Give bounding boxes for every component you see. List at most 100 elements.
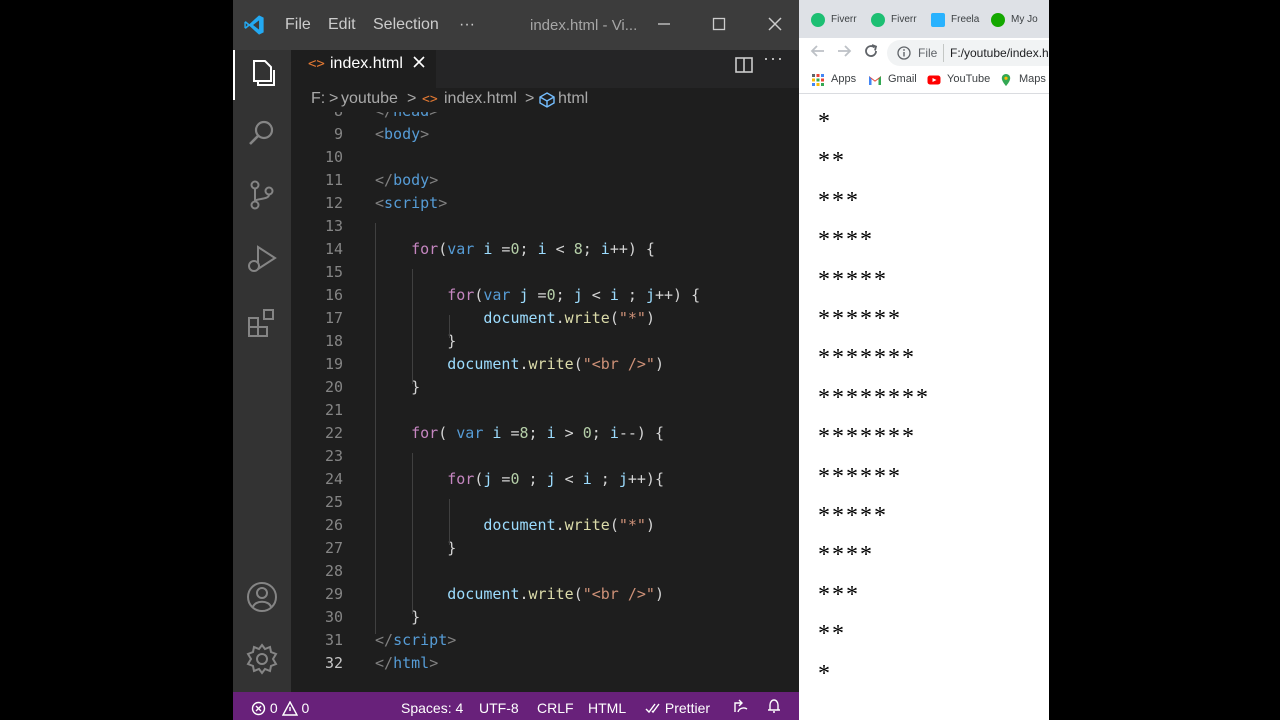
- breadcrumb-drive[interactable]: F:: [311, 90, 325, 108]
- browser-tab[interactable]: Freela: [925, 8, 985, 34]
- browser-tab[interactable]: My Jo: [985, 8, 1045, 34]
- gmail-icon: [869, 76, 881, 85]
- code-line[interactable]: 17 document.write("*"): [291, 307, 743, 330]
- address-bar[interactable]: File F:/youtube/index.h: [887, 40, 1049, 66]
- code-token: ;: [519, 470, 547, 488]
- code-line[interactable]: 21: [291, 399, 743, 422]
- menu-file[interactable]: File: [285, 16, 311, 34]
- maximize-icon[interactable]: [707, 12, 731, 36]
- code-line[interactable]: 10: [291, 146, 743, 169]
- menu-more[interactable]: ···: [459, 16, 475, 34]
- youtube-icon: [927, 75, 941, 85]
- code-line[interactable]: 30 }: [291, 606, 743, 629]
- code-line[interactable]: 27 }: [291, 537, 743, 560]
- explorer-icon[interactable]: [245, 56, 279, 90]
- code-line[interactable]: 28: [291, 560, 743, 583]
- language-mode-status[interactable]: HTML: [588, 700, 626, 716]
- line-number: 22: [324, 424, 343, 442]
- forward-arrow-icon[interactable]: [835, 42, 853, 60]
- code-line[interactable]: 26 document.write("*"): [291, 514, 743, 537]
- browser-tab-strip: Fiverr Fiverr Freela My Jo: [799, 0, 1049, 38]
- code-token: ++) {: [609, 240, 655, 258]
- code-line[interactable]: 29 document.write("<br />"): [291, 583, 743, 606]
- menu-edit[interactable]: Edit: [328, 16, 356, 34]
- code-line[interactable]: 22 for( var i =8; i > 0; i--) {: [291, 422, 743, 445]
- extensions-icon[interactable]: [245, 306, 279, 340]
- reload-icon[interactable]: [862, 42, 880, 60]
- code-line[interactable]: 13: [291, 215, 743, 238]
- code-token: >: [438, 194, 448, 212]
- browser-tab[interactable]: Fiverr: [805, 8, 865, 34]
- code-token: j: [573, 286, 583, 304]
- code-line[interactable]: 12 <script>: [291, 192, 743, 215]
- back-arrow-icon[interactable]: [809, 42, 827, 60]
- browser-tab[interactable]: Fiverr: [865, 8, 925, 34]
- breadcrumb-symbol[interactable]: html: [558, 90, 588, 108]
- code-editor[interactable]: 8</head>9<body> 10 11</body>12<script>1314…: [291, 112, 799, 692]
- code-token: write: [528, 585, 574, 603]
- close-window-icon[interactable]: [763, 12, 787, 36]
- code-token: }: [375, 378, 421, 396]
- bookmark-youtube[interactable]: YouTube: [927, 71, 997, 89]
- code-line[interactable]: 8 </head>: [291, 112, 743, 123]
- code-token: (: [609, 309, 619, 327]
- code-line[interactable]: 20 }: [291, 376, 743, 399]
- line-number: 25: [324, 493, 343, 511]
- html-file-icon: <>: [308, 56, 325, 72]
- line-number: 10: [324, 148, 343, 166]
- breadcrumb-file[interactable]: index.html: [444, 90, 517, 108]
- encoding-status[interactable]: UTF-8: [479, 700, 519, 716]
- close-tab-icon[interactable]: [412, 55, 426, 69]
- bookmark-apps[interactable]: Apps: [811, 71, 861, 89]
- run-debug-icon[interactable]: [245, 242, 279, 276]
- menu-selection[interactable]: Selection: [373, 16, 439, 34]
- more-actions-icon[interactable]: ···: [763, 48, 784, 69]
- source-control-icon[interactable]: [245, 178, 279, 212]
- split-editor-icon[interactable]: [734, 55, 754, 75]
- indentation-status[interactable]: Spaces: 4: [401, 700, 463, 716]
- line-number: 24: [324, 470, 343, 488]
- prettier-status[interactable]: Prettier: [645, 700, 710, 716]
- code-line[interactable]: 24 for(j =0 ; j < i ; j++){: [291, 468, 743, 491]
- code-text: </body>: [375, 169, 438, 192]
- breadcrumb-folder[interactable]: youtube: [341, 90, 398, 108]
- line-number: 27: [324, 539, 343, 557]
- info-icon[interactable]: [897, 46, 911, 60]
- problems-indicator[interactable]: 0 0: [251, 700, 309, 716]
- search-icon[interactable]: [245, 116, 279, 150]
- code-line[interactable]: 31 </script>: [291, 629, 743, 652]
- code-line[interactable]: 14 for(var i =0; i < 8; i++) {: [291, 238, 743, 261]
- url-text[interactable]: F:/youtube/index.h: [950, 46, 1049, 60]
- code-token: .: [519, 585, 529, 603]
- code-token: ): [645, 309, 655, 327]
- bookmark-gmail[interactable]: Gmail: [868, 71, 922, 89]
- live-share-icon[interactable]: [733, 698, 749, 714]
- eol-status[interactable]: CRLF: [537, 700, 574, 716]
- code-line[interactable]: 9 <body>: [291, 123, 743, 146]
- code-line[interactable]: 11 </body>: [291, 169, 743, 192]
- code-line[interactable]: 23: [291, 445, 743, 468]
- code-line[interactable]: 15: [291, 261, 743, 284]
- fiverr-icon: [811, 13, 825, 27]
- code-line[interactable]: 16 for(var j =0; j < i ; j++) {: [291, 284, 743, 307]
- output-line: ********: [818, 384, 930, 411]
- code-line[interactable]: 25: [291, 491, 743, 514]
- minimize-icon[interactable]: [652, 12, 676, 36]
- code-text: <script>: [375, 192, 447, 215]
- vscode-logo-icon[interactable]: [243, 14, 265, 36]
- error-icon: [251, 701, 266, 716]
- tab-index-html[interactable]: <> index.html: [291, 50, 436, 92]
- code-text: </head>: [375, 112, 438, 123]
- manage-gear-icon[interactable]: [245, 642, 279, 676]
- code-token: ++){: [627, 470, 664, 488]
- bookmark-maps[interactable]: Maps: [999, 71, 1049, 89]
- code-token: <: [375, 125, 385, 143]
- code-line[interactable]: 19 document.write("<br />"): [291, 353, 743, 376]
- code-line[interactable]: 18 }: [291, 330, 743, 353]
- notifications-bell-icon[interactable]: [766, 698, 782, 714]
- code-text: for(var j =0; j < i ; j++) {: [375, 284, 700, 307]
- account-icon[interactable]: [245, 580, 279, 614]
- code-token: j: [618, 470, 628, 488]
- code-line[interactable]: 32 </html>: [291, 652, 743, 675]
